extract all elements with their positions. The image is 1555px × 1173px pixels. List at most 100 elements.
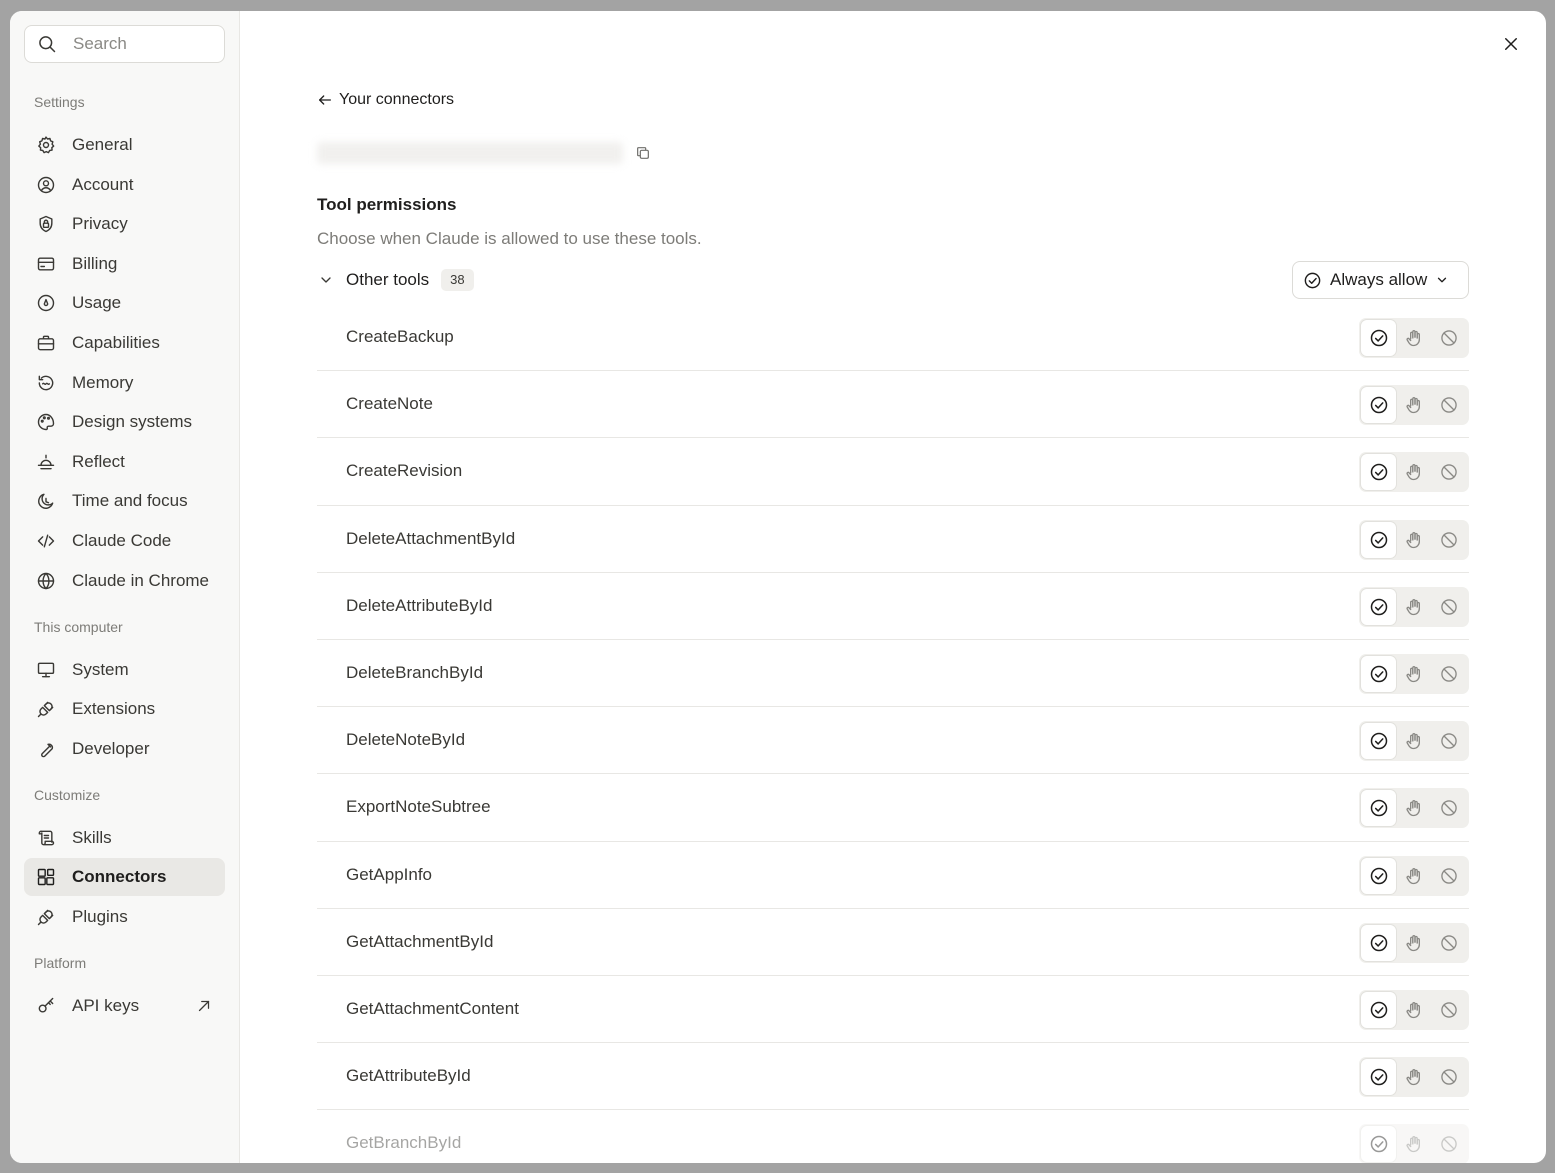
check-circle-icon xyxy=(1370,1001,1387,1019)
sidebar-item-label: Privacy xyxy=(72,214,128,234)
tool-permission-toggle xyxy=(1359,385,1469,426)
tool-row: CreateRevision xyxy=(317,438,1469,506)
hand-icon xyxy=(1406,733,1420,750)
tool-count-badge: 38 xyxy=(441,269,474,291)
never-allow-button[interactable] xyxy=(1432,723,1467,759)
always-allow-button[interactable] xyxy=(1361,454,1397,491)
sidebar-item-icon xyxy=(35,866,57,888)
tool-name: DeleteAttachmentById xyxy=(346,528,516,548)
gauge-icon xyxy=(37,295,55,312)
sidebar-item-claude-code[interactable]: Claude Code xyxy=(24,522,225,560)
user-circle-icon xyxy=(37,176,55,193)
needs-approval-button[interactable] xyxy=(1396,589,1431,625)
sidebar-item-capabilities[interactable]: Capabilities xyxy=(24,324,225,362)
needs-approval-button[interactable] xyxy=(1396,992,1431,1028)
never-allow-button[interactable] xyxy=(1432,992,1467,1028)
never-allow-button[interactable] xyxy=(1432,656,1467,692)
sidebar-item-label: Account xyxy=(72,174,134,194)
sidebar-item-skills[interactable]: Skills xyxy=(24,819,225,857)
block-icon xyxy=(1441,464,1458,481)
sidebar-item-label: API keys xyxy=(72,995,140,1015)
block-icon xyxy=(1441,397,1458,413)
sidebar-item-label: Extensions xyxy=(72,699,156,719)
sidebar-item-developer[interactable]: Developer xyxy=(24,730,225,768)
never-allow-button[interactable] xyxy=(1432,790,1467,826)
tool-group-header[interactable]: Other tools 38 Always allow xyxy=(317,260,1469,300)
sidebar-item-time-and-focus[interactable]: Time and focus xyxy=(24,482,225,520)
never-allow-button[interactable] xyxy=(1432,1059,1467,1095)
sidebar-item-extensions[interactable]: Extensions xyxy=(24,690,225,728)
sidebar-item-general[interactable]: General xyxy=(24,126,225,164)
always-allow-button[interactable] xyxy=(1361,790,1397,827)
needs-approval-button[interactable] xyxy=(1396,858,1431,894)
always-allow-button[interactable] xyxy=(1361,1126,1397,1163)
tool-row: CreateNote xyxy=(317,371,1469,439)
needs-approval-button[interactable] xyxy=(1396,790,1431,826)
search-input[interactable] xyxy=(73,34,213,54)
sidebar-item-label: Billing xyxy=(72,253,118,273)
sidebar-item-icon xyxy=(35,451,57,473)
sidebar-item-connectors[interactable]: Connectors xyxy=(24,858,225,897)
always-allow-button[interactable] xyxy=(1361,387,1397,424)
sidebar-item-label: Memory xyxy=(72,372,134,392)
never-allow-button[interactable] xyxy=(1432,925,1467,961)
palette-icon xyxy=(37,413,55,431)
always-allow-button[interactable] xyxy=(1361,588,1397,625)
sidebar-item-plugins[interactable]: Plugins xyxy=(24,898,225,936)
sidebar-item-icon xyxy=(35,530,57,552)
never-allow-button[interactable] xyxy=(1432,589,1467,625)
sidebar-item-memory[interactable]: Memory xyxy=(24,364,225,402)
sidebar-item-usage[interactable]: Usage xyxy=(24,284,225,322)
never-allow-button[interactable] xyxy=(1432,454,1467,490)
external-link-icon xyxy=(198,1000,210,1012)
block-icon xyxy=(1441,800,1458,817)
block-icon xyxy=(1441,1069,1458,1085)
needs-approval-button[interactable] xyxy=(1396,1126,1431,1162)
sidebar-item-icon xyxy=(35,134,57,156)
main-panel: Your connectors Tool permissions Choose … xyxy=(240,11,1546,1163)
sidebar-item-privacy[interactable]: Privacy xyxy=(24,205,225,243)
always-allow-button[interactable] xyxy=(1361,521,1397,558)
never-allow-button[interactable] xyxy=(1432,320,1467,356)
never-allow-button[interactable] xyxy=(1432,522,1467,558)
never-allow-button[interactable] xyxy=(1432,387,1467,423)
sidebar-item-reflect[interactable]: Reflect xyxy=(24,443,225,481)
back-link[interactable]: Your connectors xyxy=(317,89,1469,111)
needs-approval-button[interactable] xyxy=(1396,454,1431,490)
needs-approval-button[interactable] xyxy=(1396,522,1431,558)
sidebar-item-claude-in-chrome[interactable]: Claude in Chrome xyxy=(24,562,225,600)
always-allow-button[interactable] xyxy=(1361,857,1397,894)
hand-icon xyxy=(1406,397,1420,414)
always-allow-button[interactable] xyxy=(1361,723,1397,760)
needs-approval-button[interactable] xyxy=(1396,1059,1431,1095)
tool-permission-toggle xyxy=(1359,586,1469,627)
check-circle-icon xyxy=(1304,272,1321,288)
sidebar-item-system[interactable]: System xyxy=(24,651,225,689)
never-allow-button[interactable] xyxy=(1432,1126,1467,1162)
close-button[interactable] xyxy=(1500,33,1522,55)
chevron-down-icon[interactable] xyxy=(318,272,334,288)
needs-approval-button[interactable] xyxy=(1396,925,1431,961)
needs-approval-button[interactable] xyxy=(1396,723,1431,759)
always-allow-button[interactable] xyxy=(1361,655,1397,692)
always-allow-button[interactable] xyxy=(1361,320,1397,356)
needs-approval-button[interactable] xyxy=(1396,320,1431,356)
needs-approval-button[interactable] xyxy=(1396,387,1431,423)
sidebar-item-label: Claude in Chrome xyxy=(72,570,210,590)
tool-name: GetAppInfo xyxy=(346,864,433,884)
sidebar-item-api-keys[interactable]: API keys xyxy=(24,987,225,1025)
search-box[interactable] xyxy=(24,25,225,63)
group-permission-select[interactable]: Always allow xyxy=(1292,261,1469,299)
always-allow-button[interactable] xyxy=(1361,1059,1397,1096)
never-allow-button[interactable] xyxy=(1432,858,1467,894)
sidebar-item-billing[interactable]: Billing xyxy=(24,245,225,283)
always-allow-button[interactable] xyxy=(1361,924,1397,961)
sidebar-item-account[interactable]: Account xyxy=(24,166,225,204)
needs-approval-button[interactable] xyxy=(1396,656,1431,692)
copy-icon[interactable] xyxy=(635,145,651,161)
sidebar-item-design-systems[interactable]: Design systems xyxy=(24,403,225,441)
hand-icon xyxy=(1406,867,1420,884)
tool-permission-toggle xyxy=(1359,318,1469,358)
always-allow-button[interactable] xyxy=(1361,991,1397,1028)
sidebar-item-icon xyxy=(35,659,57,681)
